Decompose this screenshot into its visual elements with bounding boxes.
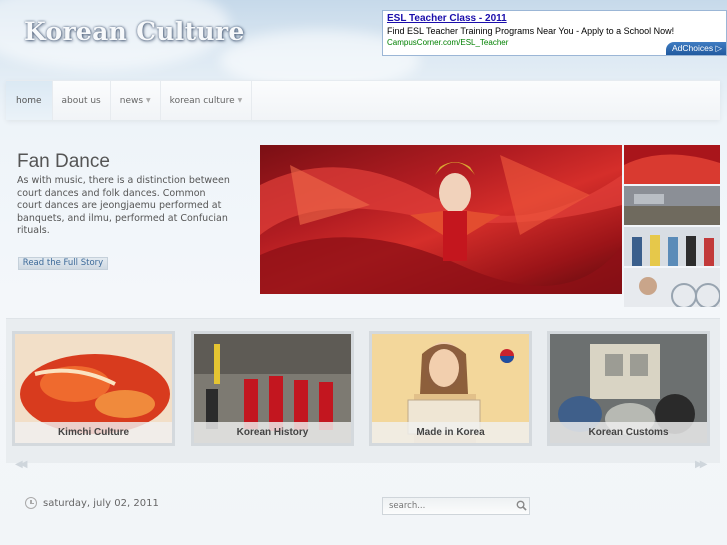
thumbnail-portrait[interactable] bbox=[624, 268, 720, 307]
site-title[interactable]: Korean Culture bbox=[24, 17, 245, 46]
thumbnail-group[interactable] bbox=[624, 227, 720, 266]
search-input[interactable] bbox=[382, 497, 530, 515]
featured-image[interactable] bbox=[260, 145, 622, 294]
thumbnail-crowd[interactable] bbox=[624, 186, 720, 225]
category-carousel: Kimchi Culture Korean History Made in Ko… bbox=[6, 318, 720, 463]
slideshow-thumbnails bbox=[624, 145, 720, 309]
card-label: Korean Customs bbox=[550, 422, 707, 443]
card-korean-history[interactable]: Korean History bbox=[191, 331, 354, 446]
read-more-button[interactable]: Read the Full Story bbox=[18, 257, 108, 270]
chevron-down-icon: ▼ bbox=[237, 97, 243, 104]
current-date: saturday, july 02, 2011 bbox=[43, 497, 159, 509]
search-icon[interactable] bbox=[516, 500, 527, 511]
card-korean-customs[interactable]: Korean Customs bbox=[547, 331, 710, 446]
nav-item-label: news bbox=[119, 95, 144, 106]
date-display: saturday, july 02, 2011 bbox=[25, 497, 159, 509]
card-kimchi-culture[interactable]: Kimchi Culture bbox=[12, 331, 175, 446]
thumbnail-photo bbox=[624, 186, 720, 225]
card-label: Made in Korea bbox=[372, 422, 529, 443]
card-made-in-korea[interactable]: Made in Korea bbox=[369, 331, 532, 446]
nav-item-about-us[interactable]: about us bbox=[53, 81, 111, 120]
main-nav: home about us news ▼ korean culture ▼ bbox=[6, 80, 720, 120]
ad-choices-badge[interactable]: AdChoices ▷ bbox=[665, 42, 726, 55]
thumbnail-fan-dance[interactable] bbox=[624, 145, 720, 184]
thumbnail-photo bbox=[624, 268, 720, 307]
nav-item-label: home bbox=[16, 95, 42, 106]
thumbnail-photo bbox=[624, 145, 720, 184]
feature-description: As with music, there is a distinction be… bbox=[17, 175, 230, 236]
ad-banner[interactable]: ESL Teacher Class - 2011 Find ESL Teache… bbox=[382, 10, 727, 56]
card-label: Kimchi Culture bbox=[15, 422, 172, 443]
chevron-down-icon: ▼ bbox=[146, 97, 151, 104]
thumbnail-photo bbox=[624, 227, 720, 266]
carousel-next-icon[interactable]: ▶▶ bbox=[695, 459, 708, 470]
fan-dance-photo bbox=[260, 155, 622, 294]
clock-icon bbox=[25, 497, 37, 509]
ad-title-link[interactable]: ESL Teacher Class - 2011 bbox=[387, 13, 722, 24]
ad-text[interactable]: Find ESL Teacher Training Programs Near … bbox=[387, 26, 722, 36]
nav-item-home[interactable]: home bbox=[6, 81, 53, 120]
nav-item-label: korean culture bbox=[169, 95, 235, 106]
nav-item-news[interactable]: news ▼ bbox=[111, 81, 161, 120]
nav-item-korean-culture[interactable]: korean culture ▼ bbox=[161, 81, 253, 120]
nav-item-label: about us bbox=[61, 95, 101, 106]
carousel-prev-icon[interactable]: ◀◀ bbox=[15, 459, 28, 470]
feature-title[interactable]: Fan Dance bbox=[17, 151, 110, 173]
card-label: Korean History bbox=[194, 422, 351, 443]
